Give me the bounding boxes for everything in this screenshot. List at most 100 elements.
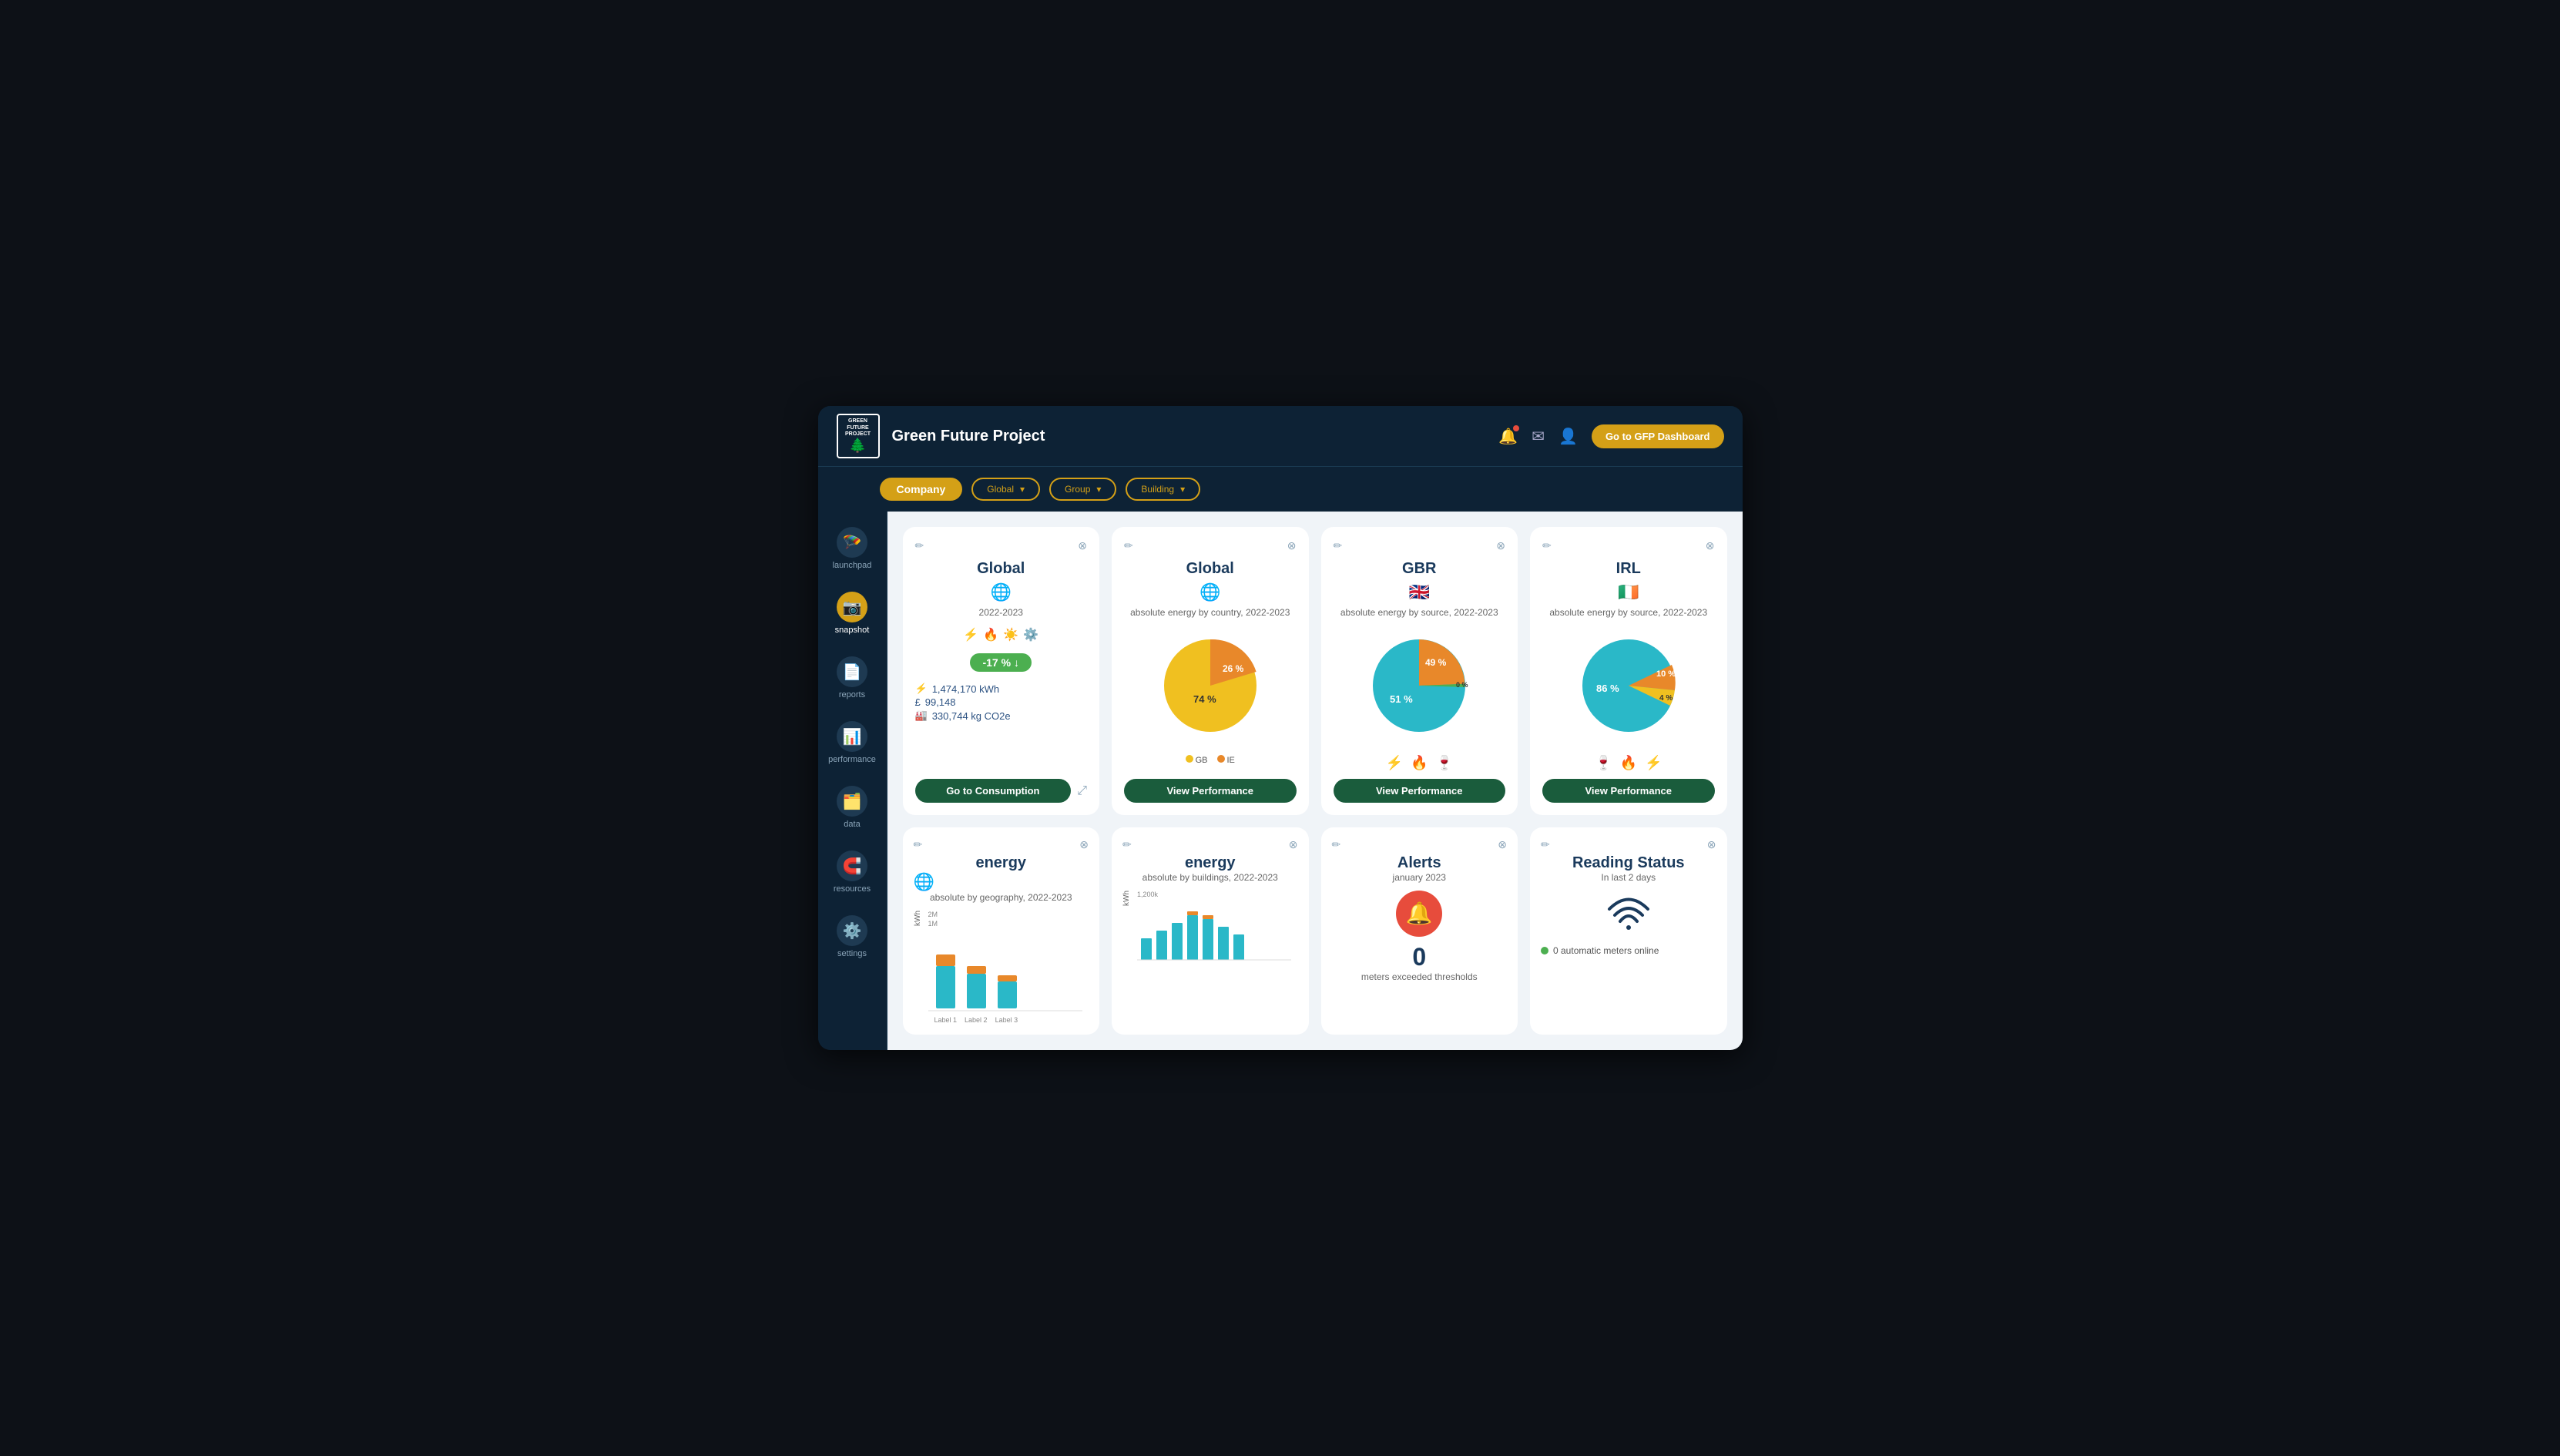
- card-global-pie-title: Global: [1186, 560, 1234, 578]
- resources-icon-circle: 🧲: [837, 850, 867, 881]
- building-chevron-icon: ▾: [1180, 484, 1185, 495]
- data-label: data: [844, 820, 860, 829]
- card-energy-buildings-close-icon[interactable]: ⊗: [1289, 838, 1298, 851]
- cocktail-irl-icon: 🍷: [1595, 755, 1612, 771]
- percentage-badge: -17 % ↓: [970, 653, 1032, 672]
- reports-icon-circle: 📄: [837, 656, 867, 687]
- view-performance-button-gbr[interactable]: View Performance: [1334, 779, 1506, 803]
- card-irl-subtitle: absolute energy by source, 2022-2023: [1549, 607, 1707, 619]
- card-global-summary-globe-icon: 🌐: [991, 582, 1012, 602]
- alerts-count-label: meters exceeded thresholds: [1332, 971, 1508, 984]
- card-reading-status-edit-icon[interactable]: ✏: [1541, 838, 1550, 851]
- card-gbr-subtitle: absolute energy by source, 2022-2023: [1340, 607, 1498, 619]
- card-global-summary-edit-icon[interactable]: ✏: [915, 539, 924, 552]
- card-global-pie-header: ✏ ⊗: [1124, 539, 1297, 552]
- card-global-summary-subtitle: 2022-2023: [979, 607, 1023, 619]
- gfp-dashboard-button[interactable]: Go to GFP Dashboard: [1592, 424, 1724, 448]
- logo-icon: 🌲: [849, 438, 866, 454]
- logo: GREENFUTUREPROJECT 🌲: [837, 414, 880, 458]
- sidebar-item-snapshot[interactable]: 📷 snapshot: [835, 592, 870, 635]
- performance-label: performance: [828, 755, 876, 764]
- card-global-summary-close-icon[interactable]: ⊗: [1078, 539, 1087, 552]
- alert-bell-circle: 🔔: [1396, 891, 1442, 937]
- x-axis-labels: Label 1 Label 2 Label 3: [934, 1016, 1089, 1024]
- settings-icon: ⚙️: [843, 921, 862, 941]
- pound-icon: £: [915, 696, 921, 708]
- group-filter-dropdown[interactable]: Group ▾: [1049, 478, 1116, 501]
- card-gbr-close-icon[interactable]: ⊗: [1496, 539, 1505, 552]
- card-reading-status-subtitle: In last 2 days: [1541, 872, 1716, 884]
- view-performance-button-irl[interactable]: View Performance: [1542, 779, 1715, 803]
- resources-icon: 🧲: [843, 857, 862, 876]
- sidebar-item-settings[interactable]: ⚙️ settings: [837, 915, 867, 958]
- settings-icon-circle: ⚙️: [837, 915, 867, 946]
- card-irl-edit-icon[interactable]: ✏: [1542, 539, 1552, 552]
- sidebar-item-reports[interactable]: 📄 reports: [837, 656, 867, 699]
- cost-stat: £ 99,148: [915, 696, 1088, 708]
- card-energy-geo-globe-icon: 🌐: [914, 872, 1089, 892]
- snapshot-icon: 📷: [843, 598, 862, 617]
- data-icon: 🗂️: [843, 792, 862, 811]
- go-to-consumption-button[interactable]: Go to Consumption: [915, 779, 1072, 803]
- card-global-pie-subtitle: absolute energy by country, 2022-2023: [1130, 607, 1290, 619]
- sidebar-item-performance[interactable]: 📊 performance: [828, 721, 876, 764]
- card-global-pie-edit-icon[interactable]: ✏: [1124, 539, 1133, 552]
- card-alerts-edit-icon[interactable]: ✏: [1332, 838, 1341, 851]
- lightning-icon: ⚡: [963, 627, 978, 642]
- sidebar-item-launchpad[interactable]: 🪂 launchpad: [833, 527, 872, 570]
- group-chevron-icon: ▾: [1096, 484, 1101, 495]
- company-filter-button[interactable]: Company: [880, 478, 963, 501]
- cost-value: 99,148: [925, 696, 956, 708]
- launchpad-label: launchpad: [833, 561, 872, 570]
- geo-bar-chart: [928, 951, 1082, 1012]
- ie-legend: IE: [1217, 755, 1235, 765]
- building-filter-dropdown[interactable]: Building ▾: [1126, 478, 1200, 501]
- card-gbr: ✏ ⊗ GBR 🇬🇧 absolute energy by source, 20…: [1321, 527, 1518, 815]
- card-energy-buildings-header: ✏ ⊗: [1122, 838, 1298, 851]
- card-global-pie-close-icon[interactable]: ⊗: [1287, 539, 1297, 552]
- card-gbr-title: GBR: [1402, 560, 1436, 578]
- launchpad-icon: 🪂: [843, 533, 862, 552]
- view-performance-button-2[interactable]: View Performance: [1124, 779, 1297, 803]
- header-icons: 🔔 ✉ 👤 Go to GFP Dashboard: [1498, 424, 1723, 448]
- card-gbr-edit-icon[interactable]: ✏: [1334, 539, 1343, 552]
- card-energy-geo-edit-icon[interactable]: ✏: [914, 838, 923, 851]
- gbr-pie-chart: 51 % 49 % 0 %: [1357, 624, 1481, 747]
- card-energy-geo: ✏ ⊗ energy 🌐 absolute by geography, 2022…: [903, 827, 1100, 1035]
- card-irl-close-icon[interactable]: ⊗: [1706, 539, 1715, 552]
- auto-meters-label: 0 automatic meters online: [1553, 945, 1659, 956]
- sun-icon: ☀️: [1003, 627, 1018, 642]
- status-dot-green: [1541, 947, 1548, 954]
- user-icon[interactable]: 👤: [1558, 427, 1578, 446]
- svg-text:26 %: 26 %: [1223, 663, 1244, 674]
- expand-icon[interactable]: ⤢: [1077, 784, 1087, 798]
- kwh-value: 1,474,170 kWh: [932, 683, 999, 695]
- svg-text:74 %: 74 %: [1193, 693, 1216, 705]
- card-global-pie: ✏ ⊗ Global 🌐 absolute energy by country,…: [1112, 527, 1309, 815]
- sidebar-item-resources[interactable]: 🧲 resources: [834, 850, 871, 894]
- flame-source-icon: 🔥: [1411, 755, 1428, 771]
- notification-bell-icon[interactable]: 🔔: [1498, 427, 1518, 446]
- card-energy-geo-header: ✏ ⊗: [914, 838, 1089, 851]
- kwh-stat: ⚡ 1,474,170 kWh: [915, 683, 1088, 695]
- sidebar-item-data[interactable]: 🗂️ data: [837, 786, 867, 829]
- y-tick-1m: 1M: [928, 920, 1089, 928]
- card-reading-status-close-icon[interactable]: ⊗: [1707, 838, 1716, 851]
- gbr-source-icons: ⚡ 🔥 🍷: [1386, 755, 1453, 771]
- global-filter-dropdown[interactable]: Global ▾: [971, 478, 1040, 501]
- card-global-pie-globe-icon: 🌐: [1199, 582, 1220, 602]
- card-alerts-close-icon[interactable]: ⊗: [1498, 838, 1507, 851]
- svg-text:86 %: 86 %: [1596, 683, 1619, 694]
- irl-pie-chart: 86 % 10 % 4 %: [1567, 624, 1690, 747]
- wifi-display: [1541, 894, 1716, 936]
- card-energy-buildings-edit-icon[interactable]: ✏: [1122, 838, 1132, 851]
- snapshot-label: snapshot: [835, 626, 870, 635]
- filter-bar: Company Global ▾ Group ▾ Building ▾: [818, 467, 1743, 512]
- building-filter-label: Building: [1141, 484, 1174, 495]
- card-energy-buildings-title: energy: [1122, 854, 1298, 872]
- send-icon[interactable]: ✉: [1532, 427, 1545, 446]
- card-alerts-title: Alerts: [1332, 854, 1508, 872]
- card-energy-geo-close-icon[interactable]: ⊗: [1079, 838, 1089, 851]
- flame-irl-icon: 🔥: [1620, 755, 1637, 771]
- card-alerts-subtitle: january 2023: [1332, 872, 1508, 884]
